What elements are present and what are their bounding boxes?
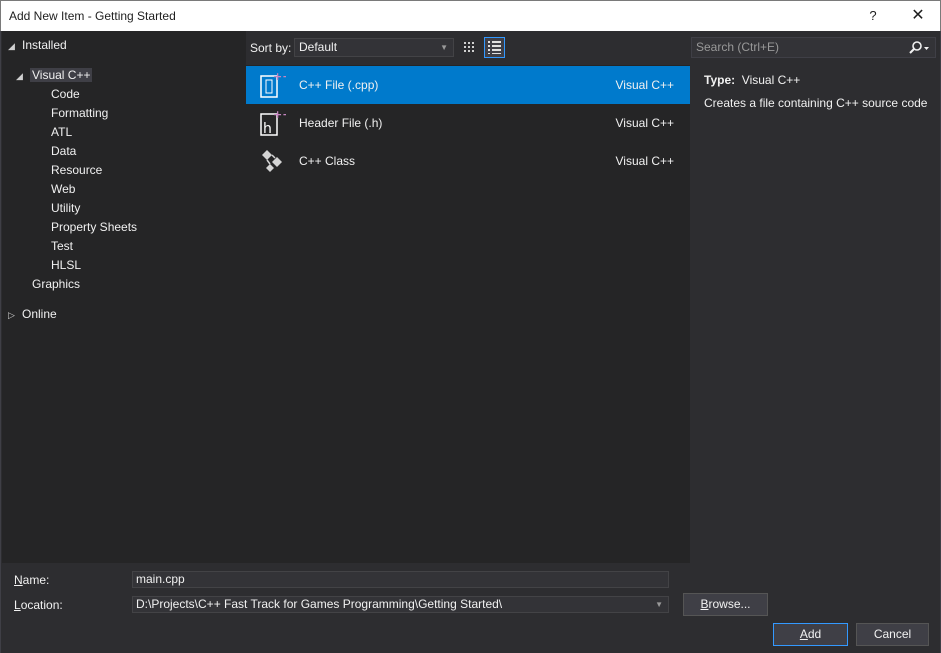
sort-dropdown[interactable]: Default ▼ (294, 38, 454, 57)
list-view-icon (488, 41, 501, 54)
template-description: Creates a file containing C++ source cod… (704, 96, 928, 110)
svg-text:h: h (263, 121, 272, 137)
tree-item-visual-cpp[interactable]: ◢ Visual C++ (16, 66, 93, 86)
sort-value: Default (299, 40, 338, 54)
tree-item-property-sheets[interactable]: Property Sheets (51, 218, 137, 237)
search-input[interactable]: Search (Ctrl+E) (691, 37, 936, 58)
type-value: Visual C++ (741, 73, 801, 87)
window-title: Add New Item - Getting Started (9, 9, 176, 23)
location-field[interactable]: D:\Projects\C++ Fast Track for Games Pro… (132, 596, 669, 613)
location-value: D:\Projects\C++ Fast Track for Games Pro… (136, 597, 503, 611)
svg-text:++: ++ (273, 108, 286, 121)
tree-item-web[interactable]: Web (51, 180, 75, 199)
name-label-accesskey: N (14, 573, 23, 587)
chevron-down-icon: ▼ (440, 43, 448, 52)
grid-view-icon (464, 42, 474, 52)
template-tree: ◢ Installed ◢ Visual C++ Code Formatting A… (2, 31, 246, 563)
tree-item-utility[interactable]: Utility (51, 199, 80, 218)
tree-item-data[interactable]: Data (51, 142, 76, 161)
browse-button[interactable]: Browse... (683, 593, 768, 616)
chevron-down-icon[interactable]: ▼ (655, 597, 663, 612)
template-type: Type: Visual C++ (704, 73, 800, 87)
help-button[interactable]: ? (859, 6, 887, 28)
template-item-cpp-file[interactable]: ++ C++ File (.cpp) Visual C++ (246, 66, 690, 104)
tree-item-online[interactable]: ▷ Online (8, 305, 57, 324)
template-language: Visual C++ (615, 78, 674, 92)
tree-item-graphics[interactable]: Graphics (32, 275, 80, 294)
close-button[interactable]: ✕ (904, 6, 932, 28)
cpp-file-icon: ++ (258, 70, 291, 100)
collapse-arrow-icon[interactable]: ◢ (8, 37, 22, 56)
tree-item-test[interactable]: Test (51, 237, 73, 256)
name-label: Name: (14, 573, 49, 587)
tree-item-hlsl[interactable]: HLSL (51, 256, 81, 275)
collapse-arrow-icon[interactable]: ◢ (16, 67, 30, 86)
tree-item-installed[interactable]: ◢ Installed (8, 36, 67, 55)
template-details: Type: Visual C++ Creates a file containi… (691, 65, 941, 563)
name-label-text: ame: (22, 573, 50, 587)
tree-item-atl[interactable]: ATL (51, 123, 72, 142)
template-item-cpp-class[interactable]: C++ Class Visual C++ (246, 142, 690, 180)
tree-item-resource[interactable]: Resource (51, 161, 102, 180)
type-label: Type: (704, 73, 736, 87)
grid-view-button[interactable] (459, 37, 480, 58)
add-label: dd (807, 627, 822, 641)
template-list: ++ C++ File (.cpp) Visual C++ h ++ Heade… (246, 65, 690, 563)
location-label-text: ocation: (20, 598, 63, 612)
template-name: C++ File (.cpp) (299, 78, 379, 92)
tree-item-label: Online (22, 307, 57, 321)
expand-arrow-icon[interactable]: ▷ (8, 306, 22, 325)
sort-label: Sort by: (250, 41, 292, 55)
location-label-accesskey: L (14, 598, 21, 612)
template-name: C++ Class (299, 154, 356, 168)
header-file-icon: h ++ (258, 108, 291, 138)
cancel-button[interactable]: Cancel (856, 623, 929, 646)
cpp-class-icon (258, 146, 286, 176)
search-placeholder: Search (Ctrl+E) (696, 40, 780, 54)
template-name: Header File (.h) (299, 116, 383, 130)
template-item-header-file[interactable]: h ++ Header File (.h) Visual C++ (246, 104, 690, 142)
svg-text:++: ++ (273, 70, 286, 83)
location-label: Location: (14, 598, 63, 612)
add-accesskey: A (799, 627, 808, 641)
title-bar: Add New Item - Getting Started ? ✕ (0, 0, 941, 31)
name-field[interactable]: main.cpp (132, 571, 669, 588)
search-icon[interactable] (907, 39, 931, 57)
tree-item-label: Installed (22, 38, 67, 52)
browse-accesskey: B (700, 597, 709, 611)
tree-item-label: Visual C++ (30, 68, 93, 82)
sort-toolbar: Sort by: Default ▼ (246, 31, 690, 65)
browse-label: rowse... (708, 597, 751, 611)
tree-item-formatting[interactable]: Formatting (51, 104, 108, 123)
template-language: Visual C++ (615, 116, 674, 130)
list-view-button[interactable] (484, 37, 505, 58)
tree-item-code[interactable]: Code (51, 85, 80, 104)
add-button[interactable]: Add (773, 623, 848, 646)
template-language: Visual C++ (615, 154, 674, 168)
dialog-body: ◢ Installed ◢ Visual C++ Code Formatting A… (0, 31, 941, 653)
